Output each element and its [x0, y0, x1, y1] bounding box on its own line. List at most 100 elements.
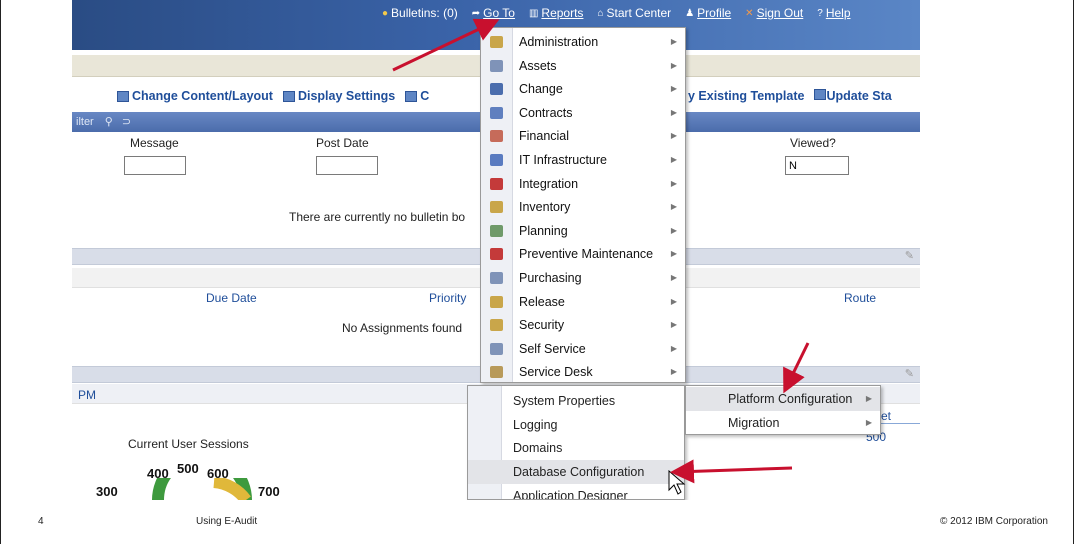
- post-date-filter-input[interactable]: [316, 156, 378, 175]
- preventive-maintenance-icon: [490, 248, 503, 261]
- message-filter-input[interactable]: [124, 156, 186, 175]
- menu-item-service-desk[interactable]: Service Desk ▶: [481, 360, 685, 384]
- change-layout-button[interactable]: Change Content/Layout: [117, 89, 273, 103]
- menu-item-label: IT Infrastructure: [519, 153, 607, 167]
- change-icon: [490, 83, 503, 96]
- planning-icon: [490, 224, 503, 237]
- purchasing-icon: [490, 272, 503, 284]
- integration-icon: [490, 177, 503, 190]
- start-center-link[interactable]: ⌂ Start Center: [597, 6, 671, 20]
- priority-column-header[interactable]: Priority: [429, 291, 466, 305]
- submenu-arrow-icon: ▶: [670, 343, 677, 353]
- menu-item-label: Planning: [519, 223, 568, 238]
- assets-icon: [490, 59, 503, 72]
- goto-icon: ➦: [471, 7, 481, 19]
- binoculars-icon[interactable]: ⚲: [105, 116, 113, 128]
- update-button[interactable]: Update Sta: [814, 89, 892, 103]
- service-desk-icon: [490, 366, 503, 379]
- menu-item-planning[interactable]: Planning ▶: [481, 219, 685, 243]
- edit-pencil-icon[interactable]: ✎: [905, 249, 914, 262]
- sign-out-link[interactable]: ✕ Sign Out: [745, 6, 803, 20]
- edit-pencil-icon[interactable]: ✎: [905, 367, 914, 380]
- menu-item-change[interactable]: Change ▶: [481, 77, 685, 101]
- menu-item-preventive-maintenance[interactable]: Preventive Maintenance ▶: [481, 242, 685, 266]
- submenu-arrow-icon: ▶: [670, 273, 677, 282]
- submenu-arrow-icon: ▶: [670, 37, 677, 46]
- contracts-icon: [490, 106, 503, 119]
- slide-page-number: 4: [38, 516, 44, 527]
- update-icon: [814, 89, 827, 100]
- security-icon: [490, 319, 503, 332]
- layout-icon: [117, 90, 129, 102]
- display-settings-button[interactable]: Display Settings: [282, 89, 395, 103]
- viewed-column-header[interactable]: Viewed?: [790, 136, 836, 150]
- inventory-icon: [490, 201, 503, 214]
- menu-item-migration[interactable]: Migration ▶: [686, 411, 880, 435]
- submenu-arrow-icon: ▶: [670, 202, 677, 212]
- submenu-arrow-icon: ▶: [670, 225, 677, 235]
- menu-item-release[interactable]: Release ▶: [481, 290, 685, 314]
- menu-item-financial[interactable]: Financial ▶: [481, 124, 685, 148]
- clear-filter-icon[interactable]: ⊃: [122, 116, 131, 128]
- menu-item-label: Financial: [519, 129, 570, 144]
- submenu-arrow-icon: ▶: [670, 296, 677, 306]
- help-link[interactable]: ? Help: [817, 6, 850, 20]
- home-icon: ⌂: [597, 7, 604, 19]
- gauge-title: Current User Sessions: [128, 437, 249, 451]
- menu-item-self-service[interactable]: Self Service ▶: [481, 337, 685, 361]
- financial-icon: [490, 130, 503, 143]
- menu-item-integration[interactable]: Integration ▶: [481, 172, 685, 196]
- menu-item-label: Purchasing: [519, 271, 582, 285]
- bulletin-icon: ●: [382, 7, 389, 19]
- menu-item-label: Preventive Maintenance: [519, 247, 654, 262]
- menu-item-inventory[interactable]: Inventory ▶: [481, 195, 685, 219]
- menu-item-platform-configuration[interactable]: Platform Configuration ▶: [686, 387, 880, 411]
- menu-item-logging[interactable]: Logging: [468, 413, 684, 437]
- menu-item-system-properties[interactable]: System Properties: [468, 389, 684, 413]
- route-column-header[interactable]: Route: [844, 291, 876, 305]
- submenu-arrow-icon: ▶: [670, 367, 677, 377]
- submenu-arrow-icon: ▶: [865, 418, 872, 427]
- gauge-dial: [152, 478, 252, 500]
- goto-link[interactable]: ➦ Go To: [472, 6, 515, 20]
- menu-item-contracts[interactable]: Contracts ▶: [481, 101, 685, 125]
- reports-link[interactable]: ▥ Reports: [529, 6, 583, 20]
- topbar-links: ● Bulletins: (0) ➦ Go To ▥ Reports ⌂ Start C…: [382, 6, 851, 20]
- sign-out-icon: ✕: [745, 7, 754, 19]
- menu-item-label: Self Service: [519, 341, 586, 356]
- menu-item-administration[interactable]: Administration ▶: [481, 30, 685, 54]
- help-icon: ?: [817, 7, 823, 19]
- menu-item-assets[interactable]: Assets ▶: [481, 54, 685, 78]
- administration-icon: [490, 36, 503, 48]
- template-button-partial[interactable]: C: [405, 89, 429, 103]
- reports-icon: ▥: [528, 7, 539, 19]
- bulletins-link[interactable]: ● Bulletins: (0): [382, 6, 458, 20]
- due-date-column-header[interactable]: Due Date: [206, 291, 257, 305]
- start-center-toolbar: Change Content/Layout Display Settings C: [117, 89, 429, 103]
- submenu-arrow-icon: ▶: [670, 60, 677, 70]
- portlet-left-text: PM: [78, 388, 96, 402]
- menu-item-label: Assets: [519, 58, 557, 73]
- slide-footer-title: Using E-Audit: [196, 516, 258, 527]
- menu-item-application-designer[interactable]: Application Designer: [468, 484, 684, 499]
- menu-item-it-infrastructure[interactable]: IT Infrastructure ▶: [481, 148, 685, 172]
- menu-item-domains[interactable]: Domains: [468, 436, 684, 460]
- existing-template-button[interactable]: y Existing Template: [688, 89, 804, 103]
- submenu-arrow-icon: ▶: [670, 320, 677, 330]
- menu-item-label: Integration: [519, 176, 579, 191]
- divider-line: [881, 423, 920, 424]
- gauge-label-500: 500: [177, 461, 199, 476]
- platform-submenu: Platform Configuration ▶ Migration ▶: [685, 385, 881, 435]
- it-infrastructure-icon: [490, 154, 503, 166]
- post-date-column-header[interactable]: Post Date: [316, 136, 369, 150]
- goto-menu: Administration ▶ Assets ▶ Change ▶ Contracts ▶ F…: [480, 27, 686, 383]
- viewed-filter-input[interactable]: [785, 156, 849, 175]
- menu-item-security[interactable]: Security ▶: [481, 313, 685, 337]
- menu-item-purchasing[interactable]: Purchasing ▶: [481, 266, 685, 290]
- profile-link[interactable]: ♟ Profile: [685, 6, 731, 20]
- mouse-cursor-icon: [668, 470, 686, 495]
- message-column-header[interactable]: Message: [130, 136, 179, 150]
- menu-item-label: Release: [519, 294, 565, 309]
- menu-item-label: Contracts: [519, 105, 573, 120]
- menu-item-database-configuration[interactable]: Database Configuration: [468, 460, 684, 484]
